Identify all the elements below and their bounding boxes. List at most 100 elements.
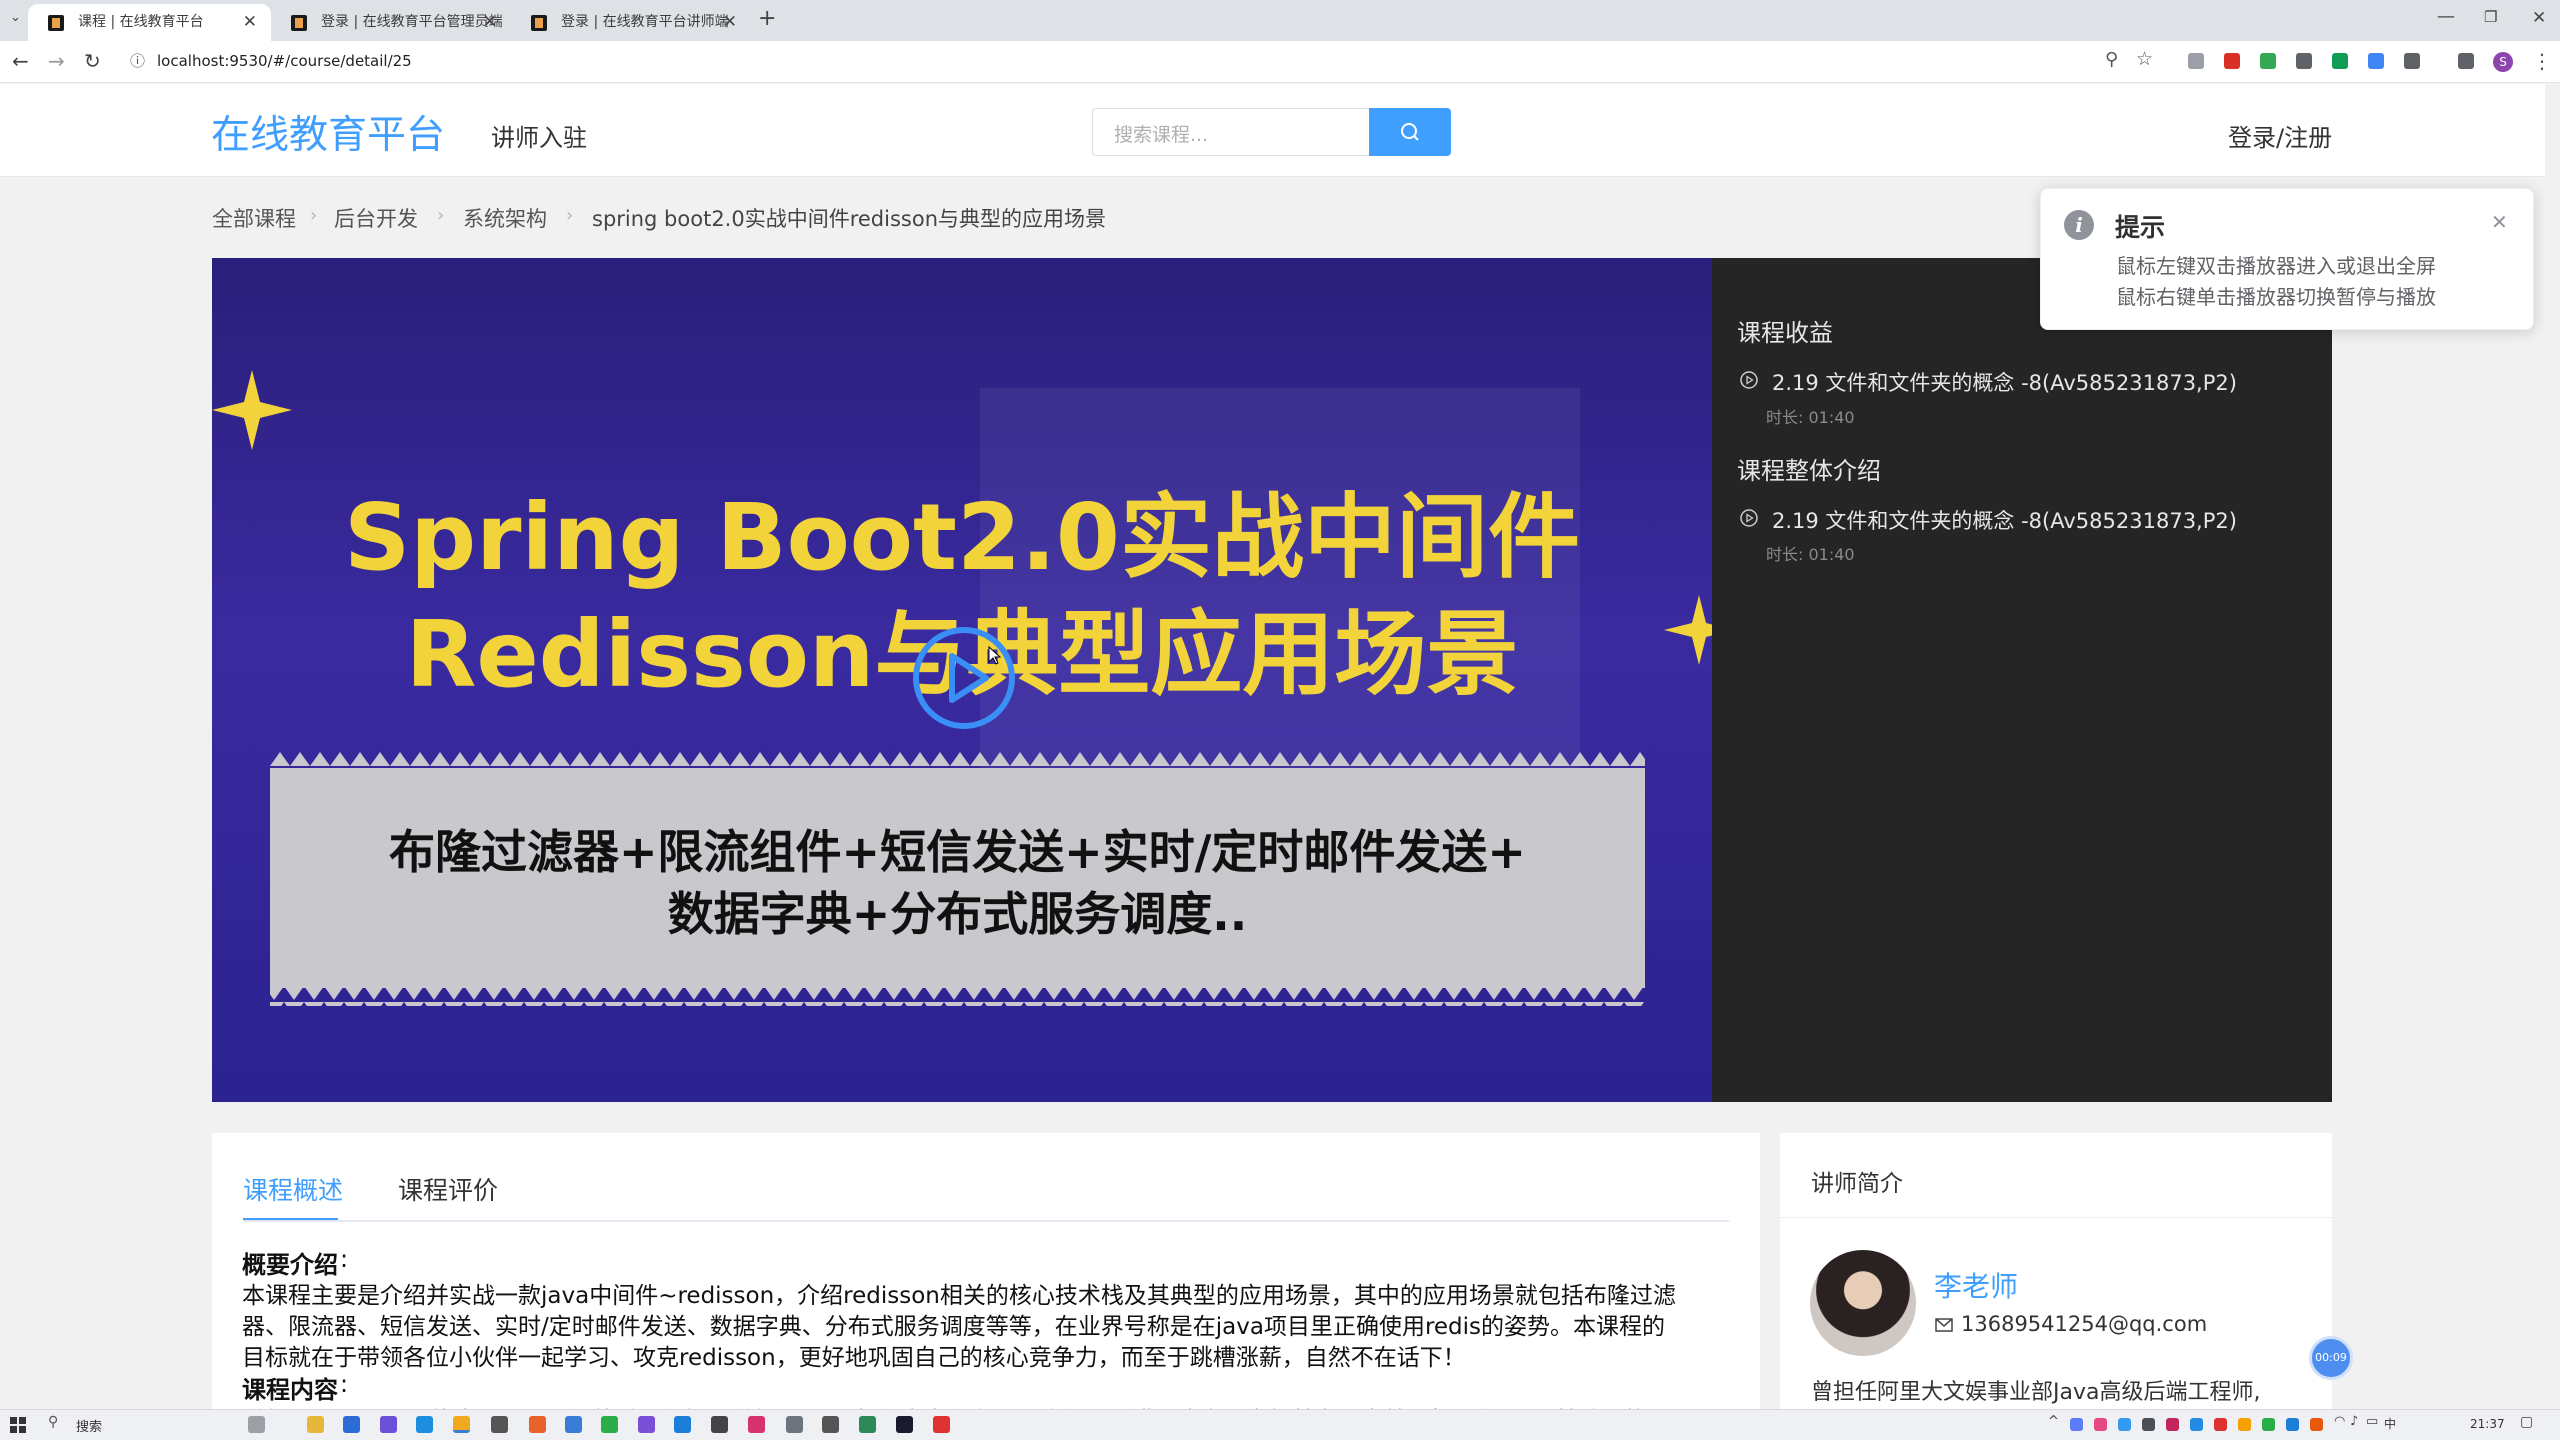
intro-text-line: 目标就在于带领各位小伙伴一起学习、攻克redisson，更好地巩固自己的核心竞争… xyxy=(242,1345,1466,1371)
ime-indicator[interactable]: 中 xyxy=(2384,1415,2396,1432)
search-button[interactable] xyxy=(1369,108,1451,156)
taskbar-app-icon[interactable] xyxy=(786,1416,803,1433)
wifi-icon[interactable]: ◠ xyxy=(2334,1414,2345,1429)
side-panel-icon[interactable] xyxy=(2458,53,2474,69)
breadcrumb-current-course: spring boot2.0实战中间件redisson与典型的应用场景 xyxy=(592,207,1107,231)
tray-icon[interactable] xyxy=(2238,1418,2251,1431)
play-button[interactable] xyxy=(912,626,1016,730)
bookmark-star-icon[interactable]: ☆ xyxy=(2136,48,2153,70)
browser-tab-teacher[interactable]: 登录 | 在线教育平台讲师端 ✕ xyxy=(511,4,751,41)
tray-icon[interactable] xyxy=(2142,1418,2155,1431)
breadcrumb-separator-icon: › xyxy=(566,205,574,226)
intellij-icon[interactable] xyxy=(896,1416,913,1433)
taskbar-app-icon[interactable] xyxy=(638,1416,655,1433)
taskbar-app-icon[interactable] xyxy=(933,1416,950,1433)
tab-overview[interactable]: 课程概述 xyxy=(243,1171,343,1207)
taskbar-app-icon[interactable] xyxy=(859,1416,876,1433)
tray-icon[interactable] xyxy=(2070,1418,2083,1431)
wechat-icon[interactable] xyxy=(601,1416,618,1433)
volume-icon[interactable]: ♪ xyxy=(2350,1414,2358,1429)
copy-extension-icon[interactable] xyxy=(2296,53,2312,69)
browser-toolbar: ← → ↻ ⓘ localhost:9530/#/course/detail/2… xyxy=(0,41,2560,83)
settings-icon[interactable] xyxy=(491,1416,508,1433)
taskbar-app-icon[interactable] xyxy=(674,1416,691,1433)
teacher-join-link[interactable]: 讲师入驻 xyxy=(491,118,587,153)
taskbar-app-icon[interactable] xyxy=(380,1416,397,1433)
breadcrumb-architecture[interactable]: 系统架构 xyxy=(463,203,547,233)
taskbar-search-label[interactable]: 搜索 xyxy=(76,1416,102,1435)
extensions-puzzle-icon[interactable] xyxy=(2404,53,2420,69)
video-player[interactable]: Spring Boot2.0实战中间件 Redisson与典型应用场景 布隆过滤… xyxy=(212,258,1712,1102)
breadcrumb-separator-icon: › xyxy=(437,205,445,226)
zoom-icon[interactable]: ⚲ xyxy=(2105,49,2118,70)
tray-icon[interactable] xyxy=(2166,1418,2179,1431)
tab-reviews[interactable]: 课程评价 xyxy=(398,1171,498,1207)
profile-avatar[interactable]: S xyxy=(2493,52,2513,72)
tab-search-chevron-icon[interactable]: ⌄ xyxy=(10,10,21,25)
shield-extension-icon[interactable] xyxy=(2224,53,2240,69)
screenshot-extension-icon[interactable] xyxy=(2188,53,2204,69)
tray-icon[interactable] xyxy=(2190,1418,2203,1431)
teacher-name[interactable]: 李老师 xyxy=(1934,1265,2018,1305)
battery-icon[interactable]: ▭ xyxy=(2366,1414,2378,1429)
breadcrumb-all-courses[interactable]: 全部课程 xyxy=(212,203,296,233)
chapter-heading: 课程整体介绍 xyxy=(1737,457,1881,485)
login-register-link[interactable]: 登录/注册 xyxy=(2228,118,2332,153)
tray-icon[interactable] xyxy=(2214,1418,2227,1431)
email-icon xyxy=(1935,1318,1953,1332)
teacher-avatar xyxy=(1810,1250,1916,1356)
taskbar-app-icon[interactable] xyxy=(343,1416,360,1433)
url-field[interactable]: localhost:9530/#/course/detail/25 xyxy=(157,52,412,70)
back-arrow-icon[interactable]: ← xyxy=(12,49,29,73)
windows-start-icon[interactable] xyxy=(10,1417,26,1433)
translate-extension-icon[interactable] xyxy=(2368,53,2384,69)
green-extension-icon[interactable] xyxy=(2260,53,2276,69)
teacher-divider xyxy=(1780,1217,2332,1218)
taskbar-app-icon[interactable] xyxy=(416,1416,433,1433)
firefox-icon[interactable] xyxy=(529,1416,546,1433)
breadcrumb-backend[interactable]: 后台开发 xyxy=(334,203,418,233)
chapter-item[interactable]: 2.19 文件和文件夹的概念 -8(Av585231873,P2) xyxy=(1772,505,2237,535)
browser-tab-admin[interactable]: 登录 | 在线教育平台管理员端 ✕ xyxy=(271,4,511,41)
site-logo[interactable]: 在线教育平台 xyxy=(211,104,445,160)
site-favicon-icon xyxy=(48,15,64,31)
minimize-window-icon[interactable]: — xyxy=(2437,6,2455,27)
sparkle-star-icon xyxy=(1664,595,1712,665)
taskbar-app-icon[interactable] xyxy=(565,1416,582,1433)
browser-tab-course[interactable]: 课程 | 在线教育平台 ✕ xyxy=(28,4,271,41)
close-tab-icon[interactable]: ✕ xyxy=(723,4,737,41)
search-icon xyxy=(1401,123,1419,141)
tray-icon[interactable] xyxy=(2286,1418,2299,1431)
vue-devtools-icon[interactable] xyxy=(2332,53,2348,69)
chapter-item[interactable]: 2.19 文件和文件夹的概念 -8(Av585231873,P2) xyxy=(1772,367,2237,397)
tray-icon[interactable] xyxy=(2262,1418,2275,1431)
site-favicon-icon xyxy=(531,15,547,31)
file-explorer-icon[interactable] xyxy=(307,1416,324,1433)
close-tab-icon[interactable]: ✕ xyxy=(243,4,257,41)
site-info-icon[interactable]: ⓘ xyxy=(130,50,145,71)
taskbar-app-icon[interactable] xyxy=(822,1416,839,1433)
close-window-icon[interactable]: ✕ xyxy=(2532,8,2546,28)
forward-arrow-icon[interactable]: → xyxy=(48,49,65,73)
new-tab-button[interactable]: + xyxy=(758,6,776,31)
tray-expand-icon[interactable]: ^ xyxy=(2048,1414,2059,1429)
intro-colon: : xyxy=(340,1245,349,1273)
play-circle-icon xyxy=(1740,371,1758,389)
chrome-icon[interactable] xyxy=(453,1416,470,1433)
reload-icon[interactable]: ↻ xyxy=(84,49,101,73)
tray-icon[interactable] xyxy=(2094,1418,2107,1431)
close-tab-icon[interactable]: ✕ xyxy=(483,4,497,41)
timer-badge[interactable]: 00:09 xyxy=(2309,1336,2353,1380)
restore-window-icon[interactable]: ❐ xyxy=(2484,8,2497,26)
taskbar-app-icon[interactable] xyxy=(711,1416,728,1433)
taskbar-search-icon[interactable]: ⚲ xyxy=(48,1414,58,1430)
browser-menu-icon[interactable]: ⋮ xyxy=(2532,49,2552,73)
tray-icon[interactable] xyxy=(2118,1418,2131,1431)
intro-label: 概要介绍 xyxy=(242,1251,338,1279)
toast-close-icon[interactable]: ✕ xyxy=(2491,210,2508,234)
notification-center-icon[interactable]: ▢ xyxy=(2520,1414,2533,1430)
taskbar-clock[interactable]: 21:37 xyxy=(2470,1417,2505,1431)
tray-icon[interactable] xyxy=(2310,1418,2323,1431)
taskbar-app-icon[interactable] xyxy=(748,1416,765,1433)
taskbar-widget-icon[interactable] xyxy=(248,1416,265,1433)
